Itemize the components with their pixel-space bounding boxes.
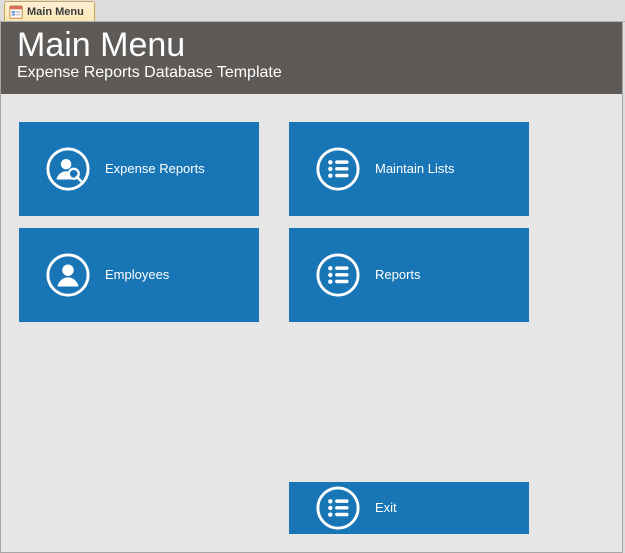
tab-label: Main Menu: [27, 6, 84, 18]
tab-main-menu[interactable]: Main Menu: [4, 1, 95, 21]
tile-label: Exit: [375, 500, 397, 515]
list-icon: [315, 252, 361, 298]
tile-reports[interactable]: Reports: [289, 228, 529, 322]
header-band: Main Menu Expense Reports Database Templ…: [1, 22, 622, 94]
form-icon: [9, 5, 23, 19]
tile-maintain-lists[interactable]: Maintain Lists: [289, 122, 529, 216]
page-subtitle: Expense Reports Database Template: [17, 64, 606, 82]
tile-employees[interactable]: Employees: [19, 228, 259, 322]
tile-label: Expense Reports: [105, 161, 205, 176]
list-icon: [315, 146, 361, 192]
tile-expense-reports[interactable]: Expense Reports: [19, 122, 259, 216]
tab-strip: Main Menu: [0, 0, 625, 22]
list-icon: [315, 485, 361, 531]
tile-exit[interactable]: Exit: [289, 482, 529, 534]
tile-area: Expense Reports Maintain Lists: [1, 94, 622, 552]
person-search-icon: [45, 146, 91, 192]
tile-label: Maintain Lists: [375, 161, 454, 176]
person-icon: [45, 252, 91, 298]
form-frame: Main Menu Expense Reports Database Templ…: [0, 22, 623, 553]
tile-label: Reports: [375, 267, 421, 282]
tile-label: Employees: [105, 267, 169, 282]
page-title: Main Menu: [17, 28, 606, 64]
